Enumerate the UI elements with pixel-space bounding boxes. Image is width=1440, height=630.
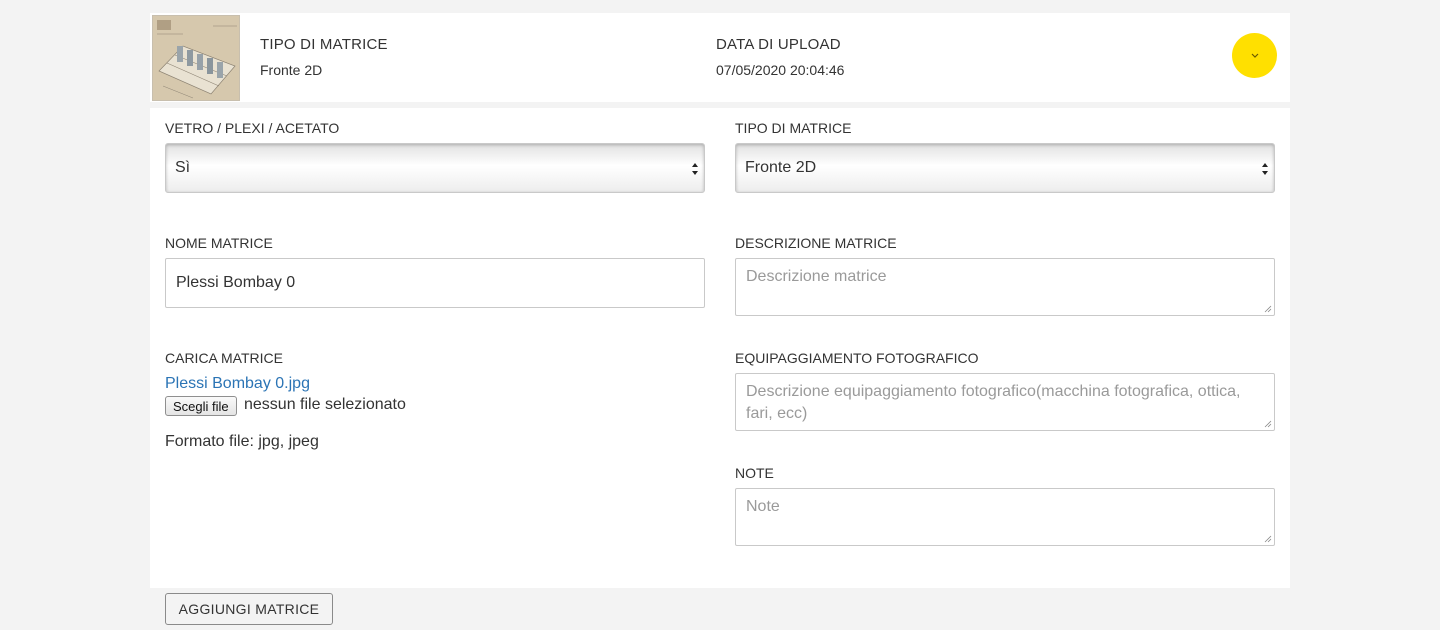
vetro-select[interactable]: Sì — [165, 143, 705, 193]
equipaggiamento-label: EQUIPAGGIAMENTO FOTOGRAFICO — [735, 350, 979, 366]
nome-input[interactable]: Plessi Bombay 0 — [165, 258, 705, 308]
file-status-text: nessun file selezionato — [244, 396, 406, 413]
resize-grip-icon[interactable] — [1264, 305, 1272, 313]
equipaggiamento-placeholder: Descrizione equipaggiamento fotografico(… — [746, 383, 1241, 422]
select-arrows-icon — [1262, 163, 1268, 175]
nome-label: NOME MATRICE — [165, 235, 273, 251]
vetro-select-value: Sì — [175, 159, 191, 176]
descrizione-placeholder: Descrizione matrice — [746, 268, 887, 285]
header-tipo-label: TIPO DI MATRICE — [260, 36, 388, 53]
resize-grip-icon[interactable] — [1264, 535, 1272, 543]
matrix-thumbnail — [152, 15, 240, 101]
header-data-value: 07/05/2020 20:04:46 — [716, 62, 845, 78]
descrizione-textarea[interactable]: Descrizione matrice — [735, 258, 1275, 316]
tipo-select[interactable]: Fronte 2D — [735, 143, 1275, 193]
tipo-select-value: Fronte 2D — [745, 159, 817, 176]
uploaded-file-link[interactable]: Plessi Bombay 0.jpg — [165, 375, 310, 393]
vetro-label: VETRO / PLEXI / ACETATO — [165, 120, 340, 136]
add-matrix-button[interactable]: AGGIUNGI MATRICE — [165, 593, 333, 625]
equipaggiamento-textarea[interactable]: Descrizione equipaggiamento fotografico(… — [735, 373, 1275, 431]
expand-toggle-button[interactable] — [1232, 33, 1277, 78]
carica-label: CARICA MATRICE — [165, 350, 283, 366]
select-arrows-icon — [692, 163, 698, 175]
choose-file-button[interactable]: Scegli file — [165, 396, 237, 416]
note-textarea[interactable]: Note — [735, 488, 1275, 546]
matrix-header-card: TIPO DI MATRICE Fronte 2D DATA DI UPLOAD… — [150, 13, 1290, 102]
file-format-note: Formato file: jpg, jpeg — [165, 433, 319, 450]
chevron-down-icon — [1251, 53, 1258, 58]
descrizione-label: DESCRIZIONE MATRICE — [735, 235, 897, 251]
note-placeholder: Note — [746, 498, 780, 515]
resize-grip-icon[interactable] — [1264, 420, 1272, 428]
header-data-label: DATA DI UPLOAD — [716, 36, 841, 53]
matrix-form: VETRO / PLEXI / ACETATO Sì NOME MATRICE … — [150, 108, 1290, 588]
note-label: NOTE — [735, 465, 774, 481]
header-tipo-value: Fronte 2D — [260, 62, 323, 78]
tipo-label: TIPO DI MATRICE — [735, 120, 852, 136]
